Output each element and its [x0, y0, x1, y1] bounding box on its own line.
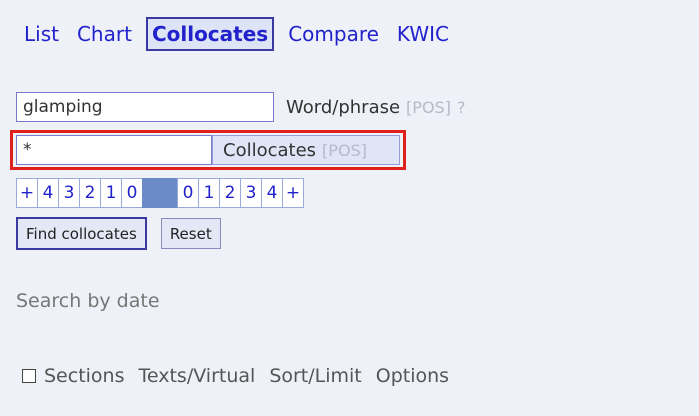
- collocates-row: Collocates [POS]: [16, 135, 400, 165]
- texts-virtual-link[interactable]: Texts/Virtual: [139, 365, 256, 387]
- word-pos-link[interactable]: [POS]: [406, 98, 451, 117]
- right-span-1[interactable]: 1: [198, 178, 220, 208]
- tab-list[interactable]: List: [20, 18, 63, 50]
- options-bar: Sections Texts/Virtual Sort/Limit Option…: [22, 365, 463, 387]
- left-span-1[interactable]: 1: [100, 178, 122, 208]
- collocates-label: Collocates: [223, 139, 317, 161]
- search-by-date-link[interactable]: Search by date: [16, 290, 160, 312]
- left-span-0[interactable]: 0: [121, 178, 143, 208]
- tab-collocates[interactable]: Collocates: [145, 17, 275, 51]
- sections-link[interactable]: Sections: [44, 365, 125, 387]
- right-span-4[interactable]: 4: [261, 178, 283, 208]
- left-span-4[interactable]: 4: [37, 178, 59, 208]
- collocates-label-box: Collocates [POS]: [212, 135, 400, 165]
- span-selector: + 4 3 2 1 0 0 1 2 3 4 +: [16, 178, 304, 208]
- collocates-input[interactable]: [16, 135, 212, 165]
- tab-kwic[interactable]: KWIC: [393, 18, 453, 50]
- options-link[interactable]: Options: [376, 365, 449, 387]
- right-span-3[interactable]: 3: [240, 178, 262, 208]
- right-span-2[interactable]: 2: [219, 178, 241, 208]
- tab-chart[interactable]: Chart: [73, 18, 136, 50]
- help-link[interactable]: ?: [457, 98, 466, 117]
- word-row: Word/phrase [POS] ?: [16, 92, 465, 122]
- action-buttons: Find collocates Reset: [16, 217, 221, 250]
- tab-compare[interactable]: Compare: [284, 18, 383, 50]
- left-span-2[interactable]: 2: [79, 178, 101, 208]
- right-span-plus[interactable]: +: [282, 178, 304, 208]
- node-word-cell: [142, 178, 178, 208]
- left-span-3[interactable]: 3: [58, 178, 80, 208]
- tab-bar: List Chart Collocates Compare KWIC: [20, 12, 463, 56]
- sort-limit-link[interactable]: Sort/Limit: [269, 365, 361, 387]
- right-span-0[interactable]: 0: [177, 178, 199, 208]
- left-span-plus[interactable]: +: [16, 178, 38, 208]
- sections-checkbox[interactable]: [22, 369, 36, 383]
- word-input[interactable]: [16, 92, 274, 122]
- collocates-pos-link[interactable]: [POS]: [322, 141, 367, 160]
- word-phrase-label: Word/phrase: [286, 96, 401, 118]
- reset-button[interactable]: Reset: [160, 218, 221, 249]
- find-collocates-button[interactable]: Find collocates: [16, 217, 147, 250]
